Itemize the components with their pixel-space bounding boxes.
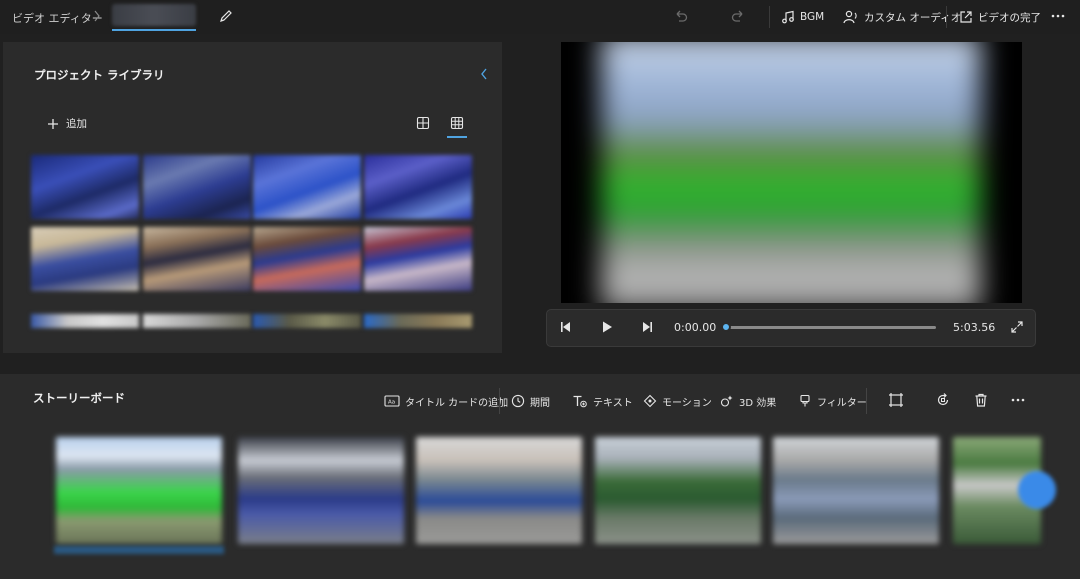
- rotate-icon[interactable]: [935, 392, 951, 408]
- pencil-icon[interactable]: [218, 8, 234, 24]
- filters-label: フィルター: [817, 397, 867, 409]
- text-label: テキスト: [593, 397, 633, 409]
- add-title-card-label: タイトル カードの追加: [405, 397, 509, 409]
- media-thumbnail[interactable]: [31, 314, 139, 328]
- project-name-underline: [112, 29, 196, 31]
- add-title-card-button[interactable]: Aa タイトル カードの追加: [384, 392, 508, 410]
- bgm-button[interactable]: BGM: [781, 7, 824, 27]
- music-note-icon: [781, 10, 795, 24]
- filter-brush-icon: [798, 394, 812, 408]
- storyboard-clip[interactable]: [416, 437, 582, 544]
- plus-icon: [47, 118, 59, 130]
- breadcrumb-app-name[interactable]: ビデオ エディター: [12, 10, 103, 26]
- title-card-icon: Aa: [384, 395, 400, 407]
- storyboard-clip[interactable]: [238, 437, 404, 544]
- duration-button[interactable]: 期間: [511, 392, 550, 410]
- clock-icon: [511, 394, 525, 408]
- storyboard-clip[interactable]: [773, 437, 939, 544]
- media-thumbnail[interactable]: [143, 155, 251, 219]
- video-preview[interactable]: [561, 42, 1022, 303]
- export-icon: [959, 10, 973, 24]
- motion-icon: [643, 394, 657, 408]
- finish-video-button[interactable]: ビデオの完了: [959, 7, 1041, 27]
- text-button[interactable]: テキスト: [572, 392, 633, 410]
- toolbar-divider: [866, 388, 867, 414]
- more-options-icon[interactable]: [1050, 9, 1066, 23]
- text-icon: [572, 394, 588, 408]
- video-frame: [601, 42, 981, 303]
- next-frame-icon[interactable]: [640, 320, 654, 334]
- 3d-effects-label: 3D 効果: [739, 397, 777, 409]
- storyboard-panel: ストーリーボード Aa タイトル カードの追加 期間 テキスト モーション 3D…: [0, 374, 1080, 579]
- delete-trash-icon[interactable]: [973, 392, 989, 408]
- media-thumbnail[interactable]: [31, 155, 139, 219]
- bgm-label: BGM: [800, 11, 825, 23]
- redo-icon[interactable]: [730, 8, 746, 24]
- view-selected-indicator: [447, 136, 467, 138]
- duration-label: 期間: [530, 397, 550, 409]
- storyboard-title: ストーリーボード: [33, 391, 125, 405]
- media-thumbnail[interactable]: [143, 314, 251, 328]
- media-thumbnail[interactable]: [253, 155, 361, 219]
- motion-button[interactable]: モーション: [643, 392, 712, 410]
- project-name[interactable]: [112, 4, 196, 26]
- storyboard-clip[interactable]: [595, 437, 761, 544]
- current-time: 0:00.00: [674, 321, 717, 334]
- selected-clip-indicator: [54, 546, 224, 554]
- fullscreen-icon[interactable]: [1010, 320, 1024, 334]
- storyboard-clip[interactable]: [56, 437, 222, 544]
- small-grid-view-icon[interactable]: [450, 116, 464, 130]
- seek-bar[interactable]: [726, 326, 936, 329]
- motion-label: モーション: [662, 397, 712, 409]
- 3d-effects-button[interactable]: 3D 効果: [720, 392, 776, 410]
- large-grid-view-icon[interactable]: [416, 116, 430, 130]
- media-thumbnail[interactable]: [364, 227, 472, 291]
- project-library-panel: プロジェクト ライブラリ 追加: [3, 42, 502, 353]
- seek-thumb[interactable]: [721, 322, 731, 332]
- media-thumbnail[interactable]: [143, 227, 251, 291]
- toolbar-divider: [499, 388, 500, 414]
- media-thumbnail[interactable]: [31, 227, 139, 291]
- more-options-icon[interactable]: [1010, 394, 1026, 406]
- add-label: 追加: [66, 118, 87, 130]
- play-icon[interactable]: [600, 320, 614, 334]
- toolbar-divider: [946, 6, 947, 28]
- title-bar: ビデオ エディター BGM カスタム オーディオ ビデオの完了: [0, 0, 1080, 34]
- custom-audio-button[interactable]: カスタム オーディオ: [843, 7, 961, 27]
- svg-text:Aa: Aa: [388, 400, 395, 406]
- 3d-effects-icon: [720, 394, 734, 408]
- undo-icon[interactable]: [673, 8, 689, 24]
- media-thumbnail[interactable]: [253, 227, 361, 291]
- library-title: プロジェクト ライブラリ: [34, 68, 165, 82]
- media-thumbnail[interactable]: [364, 314, 472, 328]
- media-thumbnail[interactable]: [364, 155, 472, 219]
- person-audio-icon: [843, 10, 859, 24]
- crop-resize-icon[interactable]: [888, 392, 904, 408]
- scroll-handle[interactable]: [1018, 471, 1056, 509]
- collapse-chevron-icon[interactable]: [479, 67, 489, 81]
- previous-frame-icon[interactable]: [559, 320, 573, 334]
- filters-button[interactable]: フィルター: [798, 392, 867, 410]
- toolbar-divider: [769, 6, 770, 28]
- add-media-button[interactable]: 追加: [47, 116, 87, 131]
- total-time: 5:03.56: [953, 321, 996, 334]
- media-thumbnail[interactable]: [253, 314, 361, 328]
- finish-video-label: ビデオの完了: [978, 11, 1041, 24]
- chevron-right-icon: [93, 9, 101, 23]
